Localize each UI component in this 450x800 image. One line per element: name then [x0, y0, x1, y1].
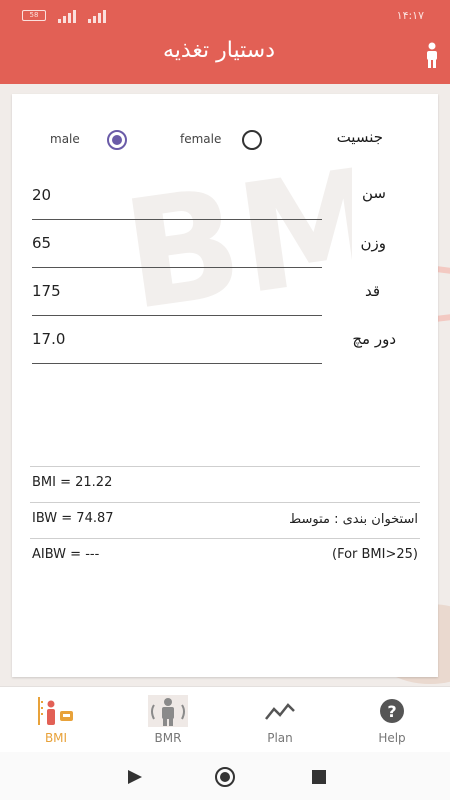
aibw-result: AIBW = ---	[32, 547, 100, 562]
person-icon[interactable]	[424, 42, 440, 68]
divider	[30, 502, 420, 503]
body-icon	[148, 695, 188, 727]
tab-bmi[interactable]: BMI	[6, 687, 106, 753]
aibw-note: (For BMI>25)	[332, 547, 418, 562]
height-label: قد	[364, 282, 380, 300]
recents-icon[interactable]	[308, 766, 330, 788]
battery-icon: 58	[22, 10, 46, 21]
svg-text:BMI: BMI	[114, 127, 352, 324]
ibw-result: IBW = 74.87	[32, 511, 114, 526]
frame-result: استخوان بندی : متوسط	[289, 512, 418, 527]
bmi-result: BMI = 21.22	[32, 475, 113, 490]
weight-underline	[32, 267, 322, 268]
weight-label: وزن	[360, 234, 386, 252]
wrist-input[interactable]: 17.0	[32, 330, 65, 348]
bottom-tab-bar: BMI BMR Plan ? Help	[0, 686, 450, 752]
tab-help[interactable]: ? Help	[342, 687, 442, 753]
age-underline	[32, 219, 322, 220]
wrist-label: دور مچ	[352, 330, 396, 348]
clock: ۱۴:۱۷	[396, 9, 424, 22]
height-underline	[32, 315, 322, 316]
status-bar: 58 ۱۴:۱۷	[0, 0, 450, 30]
tab-bmi-label: BMI	[44, 731, 68, 745]
tab-help-label: Help	[378, 731, 406, 745]
bmi-chart-icon	[38, 697, 73, 725]
home-icon[interactable]	[214, 766, 236, 788]
tab-plan[interactable]: Plan	[230, 687, 330, 753]
male-label[interactable]: male	[50, 132, 80, 146]
weight-input[interactable]: 65	[32, 234, 51, 252]
wrist-underline	[32, 363, 322, 364]
divider	[30, 538, 420, 539]
trend-icon	[265, 703, 295, 720]
bmi-card: BMI جنسیت male female سن 20 وزن 65 قد 17…	[12, 94, 438, 677]
svg-text:?: ?	[387, 702, 396, 721]
back-icon[interactable]	[124, 766, 146, 788]
tab-bmr[interactable]: BMR	[118, 687, 218, 753]
age-input[interactable]: 20	[32, 186, 51, 204]
tab-plan-label: Plan	[267, 731, 293, 745]
divider	[30, 466, 420, 467]
battery-level: 58	[29, 11, 39, 19]
gender-label: جنسیت	[336, 128, 383, 146]
system-nav-bar	[0, 752, 450, 800]
male-radio[interactable]	[107, 130, 127, 150]
female-radio[interactable]	[242, 130, 262, 150]
signal-icon	[58, 10, 106, 23]
page-title: دستیار تغذیه	[162, 38, 275, 63]
help-icon: ?	[380, 699, 404, 723]
age-label: سن	[362, 184, 386, 202]
height-input[interactable]: 175	[32, 282, 61, 300]
app-bar: 58 ۱۴:۱۷ دستیار تغذیه	[0, 0, 450, 84]
tab-bmr-label: BMR	[154, 731, 182, 745]
female-label[interactable]: female	[180, 132, 221, 146]
